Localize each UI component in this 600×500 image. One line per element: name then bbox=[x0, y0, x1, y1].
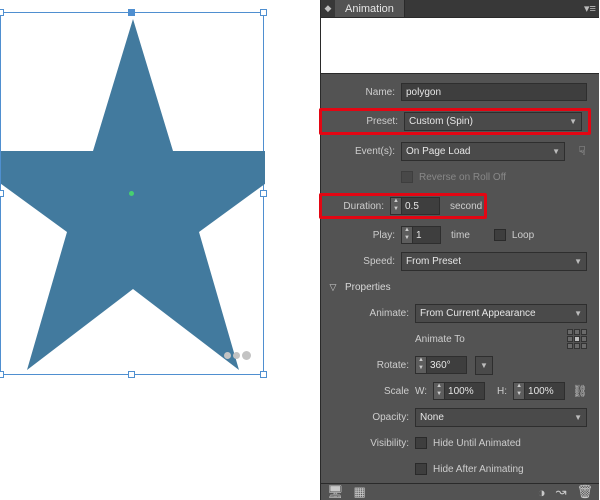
w-label: W: bbox=[415, 386, 427, 397]
loop-checkbox[interactable] bbox=[494, 229, 506, 241]
convert-to-path-icon[interactable]: ↝ bbox=[556, 484, 567, 500]
chevron-down-icon: ▼ bbox=[574, 309, 582, 318]
spinner-buttons[interactable]: ▲▼ bbox=[401, 226, 413, 244]
play-input[interactable] bbox=[413, 226, 441, 244]
h-label: H: bbox=[497, 386, 507, 397]
animation-preview bbox=[321, 18, 599, 74]
play-spinner[interactable]: ▲▼ bbox=[401, 226, 441, 244]
trash-icon[interactable]: 🗑 bbox=[576, 484, 593, 500]
panel-menu-icon[interactable]: ▾≡ bbox=[581, 2, 599, 15]
reverse-label: Reverse on Roll Off bbox=[419, 172, 506, 183]
duration-input[interactable] bbox=[402, 197, 440, 215]
animate-dropdown[interactable]: From Current Appearance ▼ bbox=[415, 304, 587, 323]
handle-n[interactable] bbox=[128, 9, 135, 16]
animate-to-label: Animate To bbox=[415, 334, 465, 345]
events-value: On Page Load bbox=[406, 146, 471, 157]
name-input[interactable] bbox=[401, 83, 587, 101]
speed-value: From Preset bbox=[406, 256, 461, 267]
duration-label: Duration: bbox=[324, 201, 384, 212]
chevron-down-icon: ▼ bbox=[574, 257, 582, 266]
duration-spinner[interactable]: ▲▼ bbox=[390, 197, 440, 215]
center-point bbox=[129, 191, 134, 196]
properties-header: Properties bbox=[345, 282, 391, 293]
rotate-label: Rotate: bbox=[321, 360, 409, 371]
spinner-buttons[interactable]: ▲▼ bbox=[433, 382, 445, 400]
preset-value: Custom (Spin) bbox=[409, 116, 473, 127]
speed-label: Speed: bbox=[321, 256, 395, 267]
hide-after-label: Hide After Animating bbox=[433, 464, 524, 475]
hide-after-checkbox[interactable] bbox=[415, 463, 427, 475]
panel-tabbar: ◆ Animation ▾≡ bbox=[321, 0, 599, 18]
duration-unit: second bbox=[450, 201, 482, 212]
scale-label: Scale bbox=[321, 386, 409, 397]
spinner-buttons[interactable]: ▲▼ bbox=[415, 356, 427, 374]
animate-value: From Current Appearance bbox=[420, 308, 536, 319]
selection-bbox[interactable] bbox=[0, 12, 264, 375]
handle-nw[interactable] bbox=[0, 9, 4, 16]
chevron-down-icon: ▼ bbox=[569, 117, 577, 126]
hide-until-label: Hide Until Animated bbox=[433, 438, 521, 449]
rotate-input[interactable] bbox=[427, 356, 467, 374]
link-icon[interactable]: ⛓ bbox=[571, 382, 589, 400]
opacity-dropdown[interactable]: None ▼ bbox=[415, 408, 587, 427]
scale-w-input[interactable] bbox=[445, 382, 485, 400]
speed-dropdown[interactable]: From Preset ▼ bbox=[401, 252, 587, 271]
disclosure-icon[interactable]: ▽ bbox=[327, 282, 339, 293]
scale-h-input[interactable] bbox=[525, 382, 565, 400]
name-label: Name: bbox=[321, 87, 395, 98]
artboard[interactable] bbox=[0, 0, 320, 500]
opacity-value: None bbox=[420, 412, 444, 423]
rotate-dir-dropdown[interactable]: ▼ bbox=[475, 356, 493, 375]
loop-label: Loop bbox=[512, 230, 534, 241]
chevron-down-icon: ▼ bbox=[552, 147, 560, 156]
handle-e[interactable] bbox=[260, 190, 267, 197]
hide-until-checkbox[interactable] bbox=[415, 437, 427, 449]
play-unit: time bbox=[451, 230, 470, 241]
play-label: Play: bbox=[321, 230, 395, 241]
handle-s[interactable] bbox=[128, 371, 135, 378]
preset-dropdown[interactable]: Custom (Spin) ▼ bbox=[404, 112, 582, 131]
scale-w-spinner[interactable]: ▲▼ bbox=[433, 382, 485, 400]
collapse-icon[interactable]: ◆ bbox=[321, 3, 335, 14]
preview-html-icon[interactable]: ▦ bbox=[354, 484, 366, 500]
spinner-buttons[interactable]: ▲▼ bbox=[390, 197, 402, 215]
rotate-spinner[interactable]: ▲▼ bbox=[415, 356, 467, 374]
scale-h-spinner[interactable]: ▲▼ bbox=[513, 382, 565, 400]
reverse-checkbox bbox=[401, 171, 413, 183]
handle-ne[interactable] bbox=[260, 9, 267, 16]
opacity-label: Opacity: bbox=[321, 412, 409, 423]
proxy-grid[interactable] bbox=[567, 329, 587, 349]
handle-sw[interactable] bbox=[0, 371, 4, 378]
animation-panel: ◆ Animation ▾≡ Name: Preset: Custom (Spi… bbox=[320, 0, 599, 500]
chevron-down-icon: ▼ bbox=[480, 361, 488, 370]
chevron-down-icon: ▼ bbox=[574, 413, 582, 422]
preset-row-highlight: Preset: Custom (Spin) ▼ bbox=[319, 108, 591, 135]
show-proxy-icon[interactable]: ◑ bbox=[538, 485, 546, 500]
preset-label: Preset: bbox=[324, 116, 398, 127]
events-dropdown[interactable]: On Page Load ▼ bbox=[401, 142, 565, 161]
animate-label: Animate: bbox=[321, 308, 409, 319]
events-label: Event(s): bbox=[321, 146, 395, 157]
handle-se[interactable] bbox=[260, 371, 267, 378]
motion-path-dots bbox=[224, 352, 251, 360]
panel-tab-animation[interactable]: Animation bbox=[335, 0, 405, 17]
spinner-buttons[interactable]: ▲▼ bbox=[513, 382, 525, 400]
preview-spread-icon[interactable]: 🖥 bbox=[327, 484, 344, 500]
visibility-label: Visibility: bbox=[321, 438, 409, 449]
create-trigger-icon[interactable]: ☟ bbox=[573, 142, 591, 160]
panel-footer: 🖥 ▦ ◑ ↝ 🗑 bbox=[321, 483, 599, 500]
handle-w[interactable] bbox=[0, 190, 4, 197]
